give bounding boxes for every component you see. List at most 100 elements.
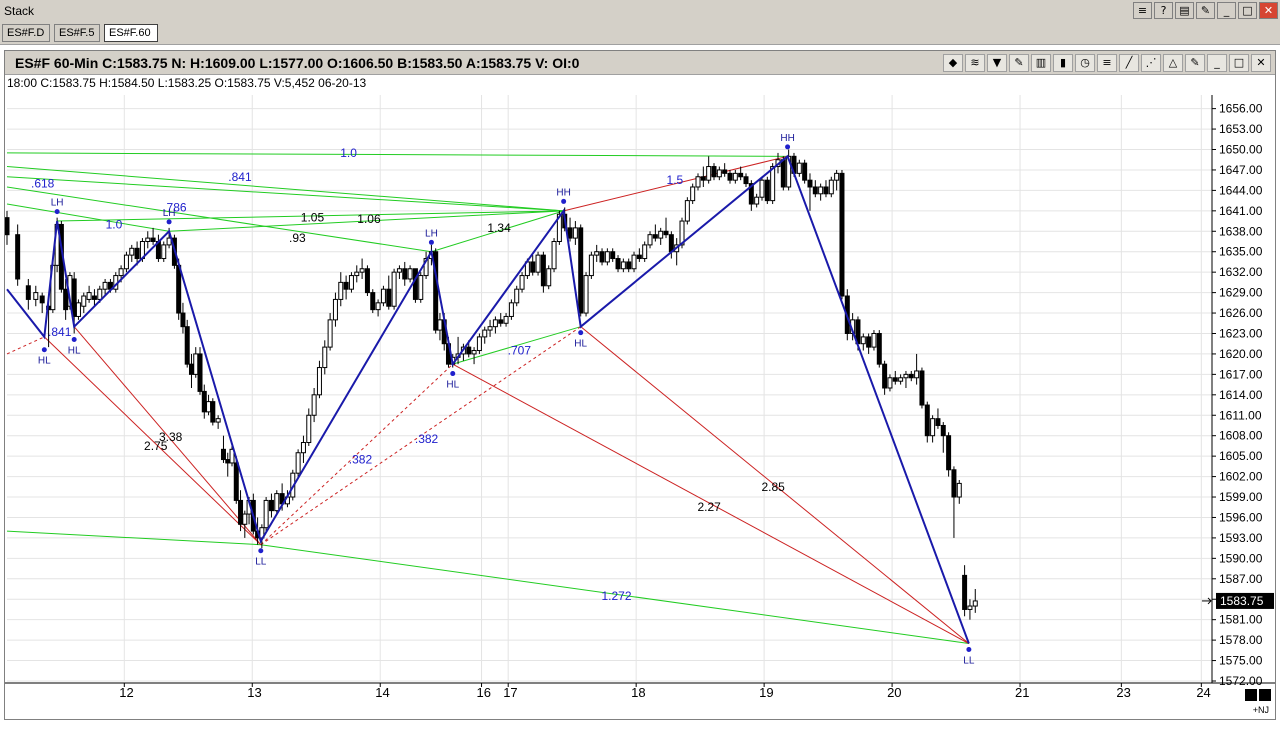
candle-body xyxy=(123,254,129,270)
candle-body xyxy=(206,401,212,413)
candle-icon[interactable]: ▮ xyxy=(1053,54,1073,72)
candle-body xyxy=(898,377,904,382)
help-icon[interactable]: ? xyxy=(1154,2,1173,19)
candle-body xyxy=(306,414,312,444)
pin-icon[interactable]: ✎ xyxy=(1185,54,1205,72)
pin-icon[interactable]: ✎ xyxy=(1196,2,1215,19)
study-icon[interactable]: ≋ xyxy=(965,54,985,72)
candle-body xyxy=(620,261,626,270)
candle-body xyxy=(220,448,226,461)
clock-icon[interactable]: ◷ xyxy=(1075,54,1095,72)
filter-icon[interactable]: ▼ xyxy=(987,54,1007,72)
restore-button[interactable]: □ xyxy=(1238,2,1257,19)
candle-body xyxy=(503,315,509,324)
candle-body xyxy=(188,363,194,375)
candle-body xyxy=(914,370,920,379)
draw-icon[interactable]: ✎ xyxy=(1009,54,1029,72)
symbol-tab-bar: ES#F.D ES#F.5 ES#F.60 xyxy=(0,22,1280,45)
fib-ratio-label: .93 xyxy=(289,231,306,245)
candle-body xyxy=(604,251,610,263)
candle-body xyxy=(300,442,306,454)
swing-label: LH xyxy=(163,208,176,219)
swing-point xyxy=(578,330,584,336)
candle-body xyxy=(364,268,370,294)
restore-chart-button[interactable]: □ xyxy=(1229,54,1249,72)
candle-body xyxy=(578,227,584,314)
candle-body xyxy=(268,499,274,512)
swing-point xyxy=(71,336,77,342)
y-tick-label: 1578.00 xyxy=(1219,633,1263,647)
trendline-icon[interactable]: ╱ xyxy=(1119,54,1139,72)
candle-body xyxy=(642,244,648,260)
candle-body xyxy=(396,268,402,273)
session-marker: +NJ xyxy=(1252,705,1269,715)
candle-body xyxy=(599,251,605,263)
print-icon[interactable]: ▤ xyxy=(1175,2,1194,19)
candle-body xyxy=(402,268,408,280)
candle-body xyxy=(129,247,135,256)
candle-body xyxy=(551,241,557,270)
y-tick-label: 1608.00 xyxy=(1219,429,1263,443)
swing-label: LL xyxy=(963,656,975,667)
candle-body xyxy=(466,346,472,355)
candle-body xyxy=(732,172,738,181)
candle-body xyxy=(834,172,840,181)
candle-body xyxy=(962,574,968,610)
candle-body xyxy=(647,234,653,246)
candle-body xyxy=(780,159,786,188)
y-tick-label: 1572.00 xyxy=(1219,674,1263,688)
candle-body xyxy=(610,251,616,260)
scale-handle[interactable] xyxy=(1245,689,1271,701)
tab-esf-5min[interactable]: ES#F.5 xyxy=(54,24,100,42)
swing-point xyxy=(428,239,434,245)
candle-body xyxy=(75,302,81,317)
minimize-chart-button[interactable]: _ xyxy=(1207,54,1227,72)
candle-body xyxy=(492,319,498,328)
candle-body xyxy=(823,186,829,195)
candle-body xyxy=(658,230,664,239)
last-price-label: 1583.75 xyxy=(1220,594,1264,608)
minimize-button[interactable]: _ xyxy=(1217,2,1236,19)
candle-body xyxy=(134,247,140,260)
candle-body xyxy=(860,336,866,345)
candle-body xyxy=(295,452,301,474)
candle-body xyxy=(407,268,413,280)
x-tick-label: 17 xyxy=(503,685,517,700)
candle-body xyxy=(652,234,658,239)
candle-body xyxy=(81,295,87,307)
bar-chart-icon[interactable]: ▥ xyxy=(1031,54,1051,72)
pattern-icon[interactable]: △ xyxy=(1163,54,1183,72)
candle-body xyxy=(332,298,338,321)
properties-icon[interactable]: ≡ xyxy=(1133,2,1152,19)
fib-icon[interactable]: ⋰ xyxy=(1141,54,1161,72)
color-icon[interactable]: ◆ xyxy=(943,54,963,72)
swing-point xyxy=(41,347,47,353)
candle-body xyxy=(375,302,381,311)
fib-ratio-label: .618 xyxy=(31,177,55,191)
fib-ratio-label: 2.27 xyxy=(697,500,721,514)
candle-body xyxy=(530,261,536,273)
y-tick-label: 1590.00 xyxy=(1219,551,1263,565)
candle-body xyxy=(180,312,186,328)
swing-point xyxy=(450,371,456,377)
tab-esf-daily[interactable]: ES#F.D xyxy=(2,24,50,42)
candle-body xyxy=(197,353,203,392)
candle-body xyxy=(476,336,482,352)
candle-body xyxy=(184,326,190,365)
swing-point xyxy=(54,209,60,215)
candle-body xyxy=(706,166,712,181)
swing-label: HH xyxy=(556,187,570,198)
x-tick-label: 14 xyxy=(375,685,389,700)
price-chart[interactable]: 1656.00 1653.00 1650.00 1647.00 1644.00 1641.… xyxy=(5,51,1275,719)
candle-body xyxy=(802,162,808,181)
close-chart-button[interactable]: ✕ xyxy=(1251,54,1271,72)
candle-body xyxy=(839,172,845,297)
notes-icon[interactable]: ≡ xyxy=(1097,54,1117,72)
x-tick-label: 19 xyxy=(759,685,773,700)
tab-esf-60min[interactable]: ES#F.60 xyxy=(104,24,158,42)
candle-body xyxy=(535,254,541,273)
candle-body xyxy=(812,186,818,195)
candle-body xyxy=(940,424,946,437)
fib-ratio-label: 2.75 xyxy=(144,439,168,453)
close-button[interactable]: ✕ xyxy=(1259,2,1278,19)
